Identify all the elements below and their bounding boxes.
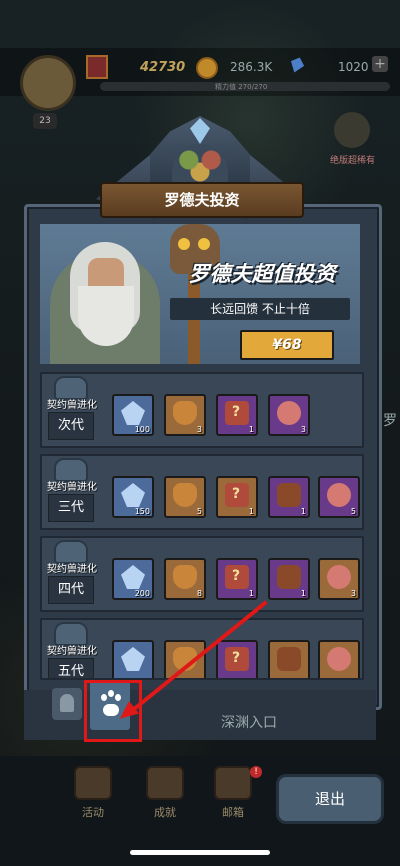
tier-generation: 三代 — [48, 494, 94, 522]
reward-item-slot[interactable]: 1 — [216, 558, 258, 600]
item-count: 3 — [350, 589, 356, 598]
panel-title: 罗德夫投资 — [100, 182, 304, 218]
gem-value: 1020 — [338, 60, 369, 74]
nav-achievement-label: 成就 — [154, 806, 176, 819]
jar-icon — [173, 483, 197, 507]
item-count: 150 — [134, 507, 150, 516]
reward-item-slot[interactable] — [268, 640, 310, 678]
item-count: 100 — [134, 425, 150, 434]
abyss-entrance-label[interactable]: 深渊入口 — [221, 712, 277, 732]
item-count: 3 — [196, 425, 202, 434]
meat-icon — [277, 401, 301, 425]
item-count: 1 — [248, 507, 254, 516]
power-value: 42730 — [140, 60, 186, 75]
reward-item-slot[interactable]: 3 — [318, 558, 360, 600]
reward-item-slot[interactable] — [164, 640, 206, 678]
hero-subtitle: 长远回馈 不止十倍 — [170, 298, 350, 320]
tier-generation: 次代 — [48, 412, 94, 440]
reward-item-slot[interactable]: 200 — [112, 558, 154, 600]
tier-generation: 四代 — [48, 576, 94, 604]
reward-item-slot[interactable]: 5 — [164, 476, 206, 518]
reward-item-slot[interactable]: 5 — [318, 476, 360, 518]
nav-activity[interactable]: 活动 — [68, 766, 118, 820]
beast-icon — [277, 483, 301, 507]
item-count: 200 — [134, 589, 150, 598]
item-count: 8 — [196, 589, 202, 598]
home-indicator[interactable] — [130, 850, 270, 855]
item-count: 1 — [300, 589, 306, 598]
player-avatar[interactable] — [20, 55, 76, 111]
reward-tier-row: 契约兽进化四代 200 8 1 1 3 — [40, 536, 364, 612]
buy-price-button[interactable]: ¥68 — [240, 330, 334, 360]
reward-item-slot[interactable]: 1 — [216, 394, 258, 436]
rare-offer-label[interactable]: 绝版超稀有 — [330, 153, 375, 166]
beast-icon — [277, 565, 301, 589]
beast-icon — [277, 647, 301, 671]
hero-banner: 罗德夫超值投资 长远回馈 不止十倍 ¥68 — [40, 224, 360, 364]
achievement-icon — [146, 766, 184, 800]
reward-tier-row: 契约兽进化次代 100 3 1 3 — [40, 372, 364, 448]
reward-item-slot[interactable]: 1 — [268, 476, 310, 518]
flag-icon[interactable] — [86, 55, 108, 79]
crystal-icon — [121, 483, 145, 507]
tier-label: 契约兽进化 — [47, 400, 97, 411]
meat-icon — [327, 565, 351, 589]
nav-achievement[interactable]: 成就 — [140, 766, 190, 820]
hero-title: 罗德夫超值投资 — [188, 262, 336, 286]
chest-icon — [225, 401, 249, 425]
reward-item-slot[interactable]: 1 — [268, 558, 310, 600]
meat-icon — [327, 483, 351, 507]
energy-text: 精力值 270/270 — [215, 83, 268, 91]
chest-icon — [225, 565, 249, 589]
item-count: 5 — [350, 507, 356, 516]
chest-icon — [225, 483, 249, 507]
reward-item-slot[interactable]: 3 — [164, 394, 206, 436]
reward-item-slot[interactable]: 1 — [216, 476, 258, 518]
nav-mail-label: 邮箱 — [222, 806, 244, 819]
crystal-icon — [121, 647, 145, 671]
reward-item-slot[interactable]: 150 — [112, 476, 154, 518]
reward-item-slot[interactable]: 100 — [112, 394, 154, 436]
meat-icon — [327, 647, 351, 671]
tier-label: 契约兽进化 — [47, 646, 97, 657]
mail-notification-badge: ! — [250, 766, 262, 778]
jar-icon — [173, 565, 197, 589]
reward-tier-row: 契约兽进化 五代 — [40, 618, 364, 680]
reward-item-slot[interactable] — [112, 640, 154, 678]
reward-item-slot[interactable] — [216, 640, 258, 678]
wizard-beard — [78, 286, 134, 346]
item-count: 3 — [300, 425, 306, 434]
nav-activity-label: 活动 — [82, 806, 104, 819]
add-gems-button[interactable]: + — [372, 56, 388, 72]
jar-icon — [173, 401, 197, 425]
owl-eye-left — [178, 238, 190, 250]
edge-text: 罗 — [383, 413, 397, 429]
crystal-icon — [121, 565, 145, 589]
owl-eye-right — [198, 238, 210, 250]
tier-generation: 五代 — [48, 658, 94, 678]
ghost-icon — [60, 694, 74, 712]
gold-value: 286.3K — [230, 60, 273, 74]
reward-item-slot[interactable]: 3 — [268, 394, 310, 436]
crystal-icon — [121, 401, 145, 425]
tier-label: 契约兽进化 — [47, 564, 97, 575]
coin-icon — [196, 57, 218, 79]
mail-icon — [214, 766, 252, 800]
player-level: 23 — [33, 113, 57, 129]
item-count: 1 — [248, 589, 254, 598]
exit-button[interactable]: 退出 — [276, 774, 384, 824]
item-count: 1 — [248, 425, 254, 434]
reward-item-slot[interactable]: 8 — [164, 558, 206, 600]
activity-icon — [74, 766, 112, 800]
item-count: 1 — [300, 507, 306, 516]
item-count: 5 — [196, 507, 202, 516]
reward-item-slot[interactable] — [318, 640, 360, 678]
tier-label: 契约兽进化 — [47, 482, 97, 493]
rare-offer-emblem[interactable] — [334, 112, 370, 148]
chest-icon — [225, 647, 249, 671]
reward-tier-row: 契约兽进化三代 150 5 1 1 5 — [40, 454, 364, 530]
